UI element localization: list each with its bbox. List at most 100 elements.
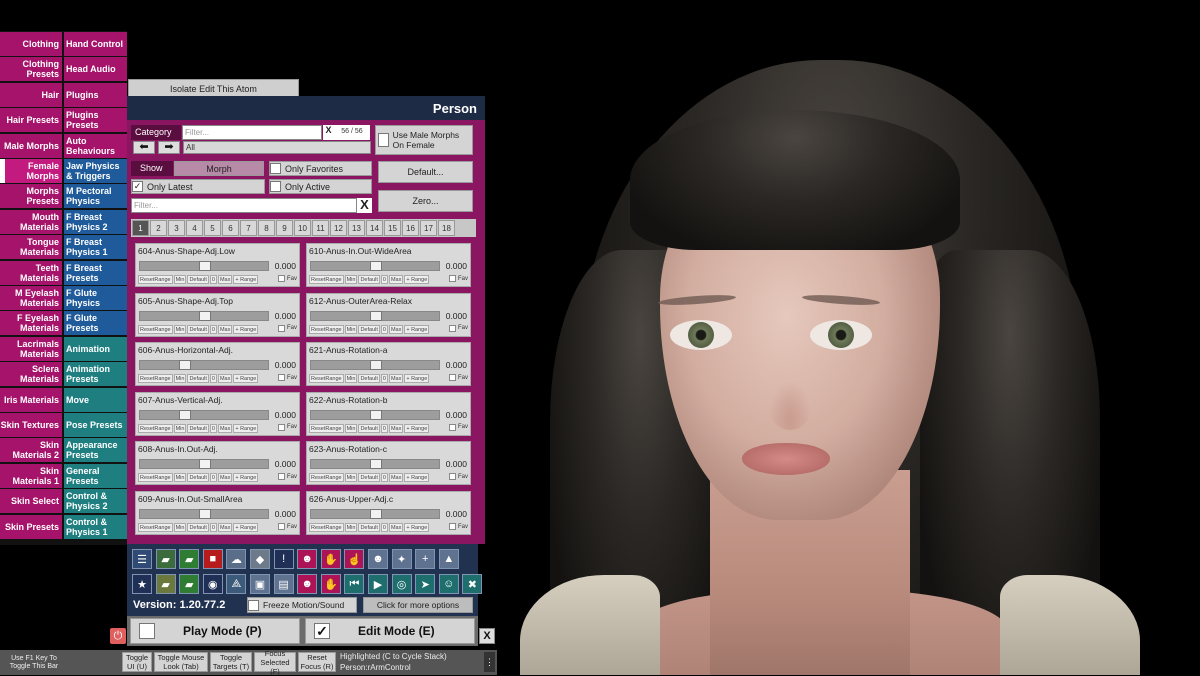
bottom-bar-button[interactable]: Toggle UI (U)	[122, 652, 152, 672]
rewind-icon[interactable]: ⏮	[344, 574, 365, 594]
sidebar-left-item[interactable]: Clothing Presets	[0, 57, 62, 82]
page-button[interactable]: 5	[204, 220, 221, 236]
sidebar-right-item[interactable]: Hand Control	[64, 32, 127, 56]
star-icon[interactable]: ★	[132, 574, 152, 594]
morph-range-button[interactable]: Max	[388, 473, 404, 483]
morph-range-button[interactable]: 0	[209, 473, 217, 483]
target-icon[interactable]: ◎	[391, 574, 412, 594]
hand-icon[interactable]: ✋	[320, 549, 341, 569]
sidebar-right-item[interactable]: Appearance Presets	[64, 438, 127, 463]
more-options-button[interactable]: Click for more options	[363, 597, 473, 613]
morph-slider-thumb[interactable]	[199, 459, 211, 470]
morph-range-button[interactable]: Max	[388, 374, 404, 384]
morph-fav-checkbox[interactable]	[448, 523, 456, 530]
morph-range-button[interactable]: 0	[209, 423, 217, 433]
sidebar-left-item[interactable]: Hair	[0, 82, 62, 107]
only-favorites-checkbox[interactable]	[270, 163, 281, 174]
morph-fav-checkbox[interactable]	[448, 374, 456, 382]
add-icon[interactable]: +	[415, 549, 436, 569]
morph-range-button[interactable]: 0	[209, 324, 217, 334]
only-active-checkbox[interactable]	[270, 181, 281, 192]
morph-range-button[interactable]: Default	[358, 523, 380, 532]
sidebar-left-item[interactable]: Skin Materials 1	[0, 463, 62, 488]
sidebar-left-item[interactable]: Skin Select	[0, 489, 62, 514]
zero-button[interactable]: Zero...	[378, 190, 473, 212]
morph-range-button[interactable]: 0	[209, 275, 217, 284]
morph-range-button[interactable]: 0	[380, 523, 388, 532]
morph-slider-track[interactable]	[139, 459, 269, 470]
morph-range-button[interactable]: Default	[187, 324, 209, 334]
morph-range-button[interactable]: + Range	[233, 523, 259, 532]
morph-range-button[interactable]: ResetRange	[309, 423, 344, 433]
morph-range-button[interactable]: ResetRange	[138, 374, 173, 384]
morph-value[interactable]: 0.000	[275, 261, 296, 271]
morph-range-button[interactable]: Min	[173, 324, 187, 334]
morph-range-button[interactable]: ResetRange	[138, 324, 173, 334]
unity-icon[interactable]: ✦	[391, 549, 412, 569]
morph-range-button[interactable]: Min	[344, 423, 358, 433]
people-icon[interactable]: ☺	[438, 574, 459, 594]
page-button[interactable]: 14	[366, 220, 383, 236]
sidebar-left-item[interactable]: Mouth Materials	[0, 209, 62, 234]
morph-range-button[interactable]: Default	[187, 473, 209, 483]
document-icon[interactable]: ▤	[273, 574, 294, 594]
morph-range-button[interactable]: + Range	[233, 324, 259, 334]
sidebar-right-item[interactable]: Plugins	[64, 82, 127, 107]
morph-slider-track[interactable]	[310, 360, 440, 371]
morph-range-button[interactable]: Max	[388, 275, 404, 284]
morph-value[interactable]: 0.000	[275, 509, 296, 519]
morph-range-button[interactable]: ResetRange	[309, 523, 344, 532]
sidebar-right-item[interactable]: Auto Behaviours	[64, 133, 127, 158]
page-button[interactable]: 10	[294, 220, 311, 236]
morph-slider-track[interactable]	[310, 310, 440, 321]
morph-range-button[interactable]: ResetRange	[138, 473, 173, 483]
sidebar-right-item[interactable]: F Glute Physics	[64, 286, 127, 310]
morph-fav-toggle[interactable]: Fav	[277, 324, 297, 332]
morph-value[interactable]: 0.000	[446, 311, 467, 321]
morph-filter-button[interactable]: Morph	[174, 161, 264, 176]
sidebar-left-item[interactable]: Female Morphs	[0, 159, 62, 183]
morph-range-button[interactable]: Default	[358, 423, 380, 433]
page-button[interactable]: 13	[348, 220, 365, 236]
morph-fav-toggle[interactable]: Fav	[448, 275, 468, 282]
morph-fav-checkbox[interactable]	[277, 374, 285, 382]
morph-range-button[interactable]: Max	[217, 473, 233, 483]
bottom-bar-button[interactable]: Focus Selected (F)	[254, 649, 296, 676]
sidebar-right-item[interactable]: F Glute Presets	[64, 311, 127, 336]
morph-slider-thumb[interactable]	[178, 360, 191, 371]
morph-slider-track[interactable]	[310, 409, 440, 420]
morph-fav-checkbox[interactable]	[277, 324, 285, 332]
use-male-morphs-toggle[interactable]: Use Male Morphs On Female	[375, 125, 473, 155]
morph-range-button[interactable]: 0	[380, 275, 388, 284]
morph-range-button[interactable]: 0	[209, 523, 217, 532]
morph-fav-checkbox[interactable]	[448, 324, 456, 332]
only-latest-checkbox[interactable]: ✓	[132, 181, 143, 192]
sidebar-left-item[interactable]: Morphs Presets	[0, 184, 62, 209]
edit-mode-button[interactable]: ✓ Edit Mode (E)	[305, 618, 475, 644]
bottom-menu-button[interactable]: ⋮	[484, 652, 495, 672]
tools-icon[interactable]: ✖	[462, 574, 483, 594]
morph-range-button[interactable]: Default	[358, 473, 380, 483]
sidebar-right-item[interactable]: Control & Physics 2	[64, 489, 127, 514]
morph-fav-toggle[interactable]: Fav	[448, 423, 468, 431]
build-icon[interactable]: ▲	[438, 549, 459, 569]
morph-range-button[interactable]: Default	[187, 275, 209, 284]
morph-range-button[interactable]: Default	[187, 423, 209, 433]
morph-slider-thumb[interactable]	[178, 409, 191, 420]
save-icon[interactable]: ▰	[179, 574, 200, 594]
folder-icon[interactable]: ▰	[179, 549, 200, 569]
morph-range-button[interactable]: + Range	[233, 473, 259, 483]
category-filter-clear-button[interactable]: X	[323, 125, 334, 140]
sidebar-left-item[interactable]: Lacrimals Materials	[0, 336, 62, 361]
morph-value[interactable]: 0.000	[446, 410, 467, 420]
sidebar-right-item[interactable]: F Breast Physics 2	[64, 209, 127, 234]
close-panel-button[interactable]: X	[479, 628, 495, 644]
sidebar-right-item[interactable]: M Pectoral Physics	[64, 184, 127, 209]
morph-fav-toggle[interactable]: Fav	[448, 324, 468, 332]
page-button[interactable]: 3	[168, 220, 185, 236]
page-button[interactable]: 16	[402, 220, 419, 236]
page-button[interactable]: 8	[258, 220, 275, 236]
morph-range-button[interactable]: ResetRange	[138, 523, 173, 532]
menu-icon[interactable]: ☰	[132, 549, 152, 569]
morph-fav-checkbox[interactable]	[448, 275, 456, 282]
